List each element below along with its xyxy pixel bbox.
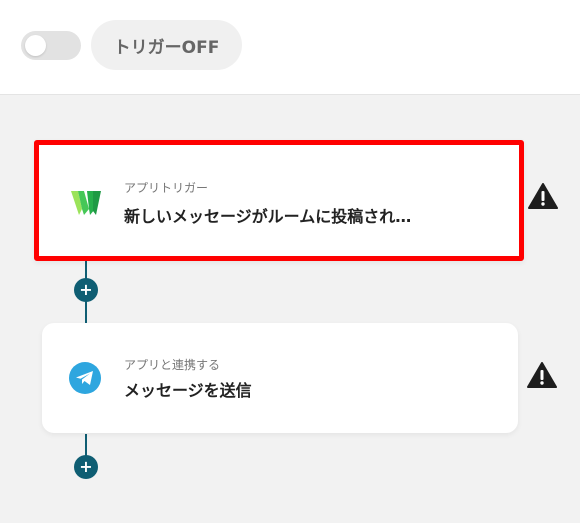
telegram-icon — [69, 362, 101, 394]
warning-icon — [528, 183, 558, 209]
step-title: メッセージを送信 — [124, 381, 252, 400]
trigger-toggle[interactable] — [21, 31, 81, 60]
warning-icon — [527, 362, 557, 388]
add-step-button[interactable]: + — [74, 278, 98, 302]
chatwork-logo-icon — [71, 191, 101, 215]
add-step-button[interactable]: + — [74, 455, 98, 479]
trigger-status-label: トリガーOFF — [91, 20, 242, 70]
step-subtitle: アプリと連携する — [124, 358, 221, 372]
step-title: 新しいメッセージがルームに投稿され… — [124, 207, 412, 226]
top-bar: トリガーOFF — [0, 0, 580, 95]
flow-step-action-card[interactable]: アプリと連携する メッセージを送信 — [42, 323, 518, 433]
connector-line — [85, 434, 87, 456]
toggle-knob — [25, 35, 46, 56]
flow-step-trigger-card[interactable]: アプリトリガー 新しいメッセージがルームに投稿され… — [34, 140, 524, 261]
step-subtitle: アプリトリガー — [124, 181, 209, 195]
